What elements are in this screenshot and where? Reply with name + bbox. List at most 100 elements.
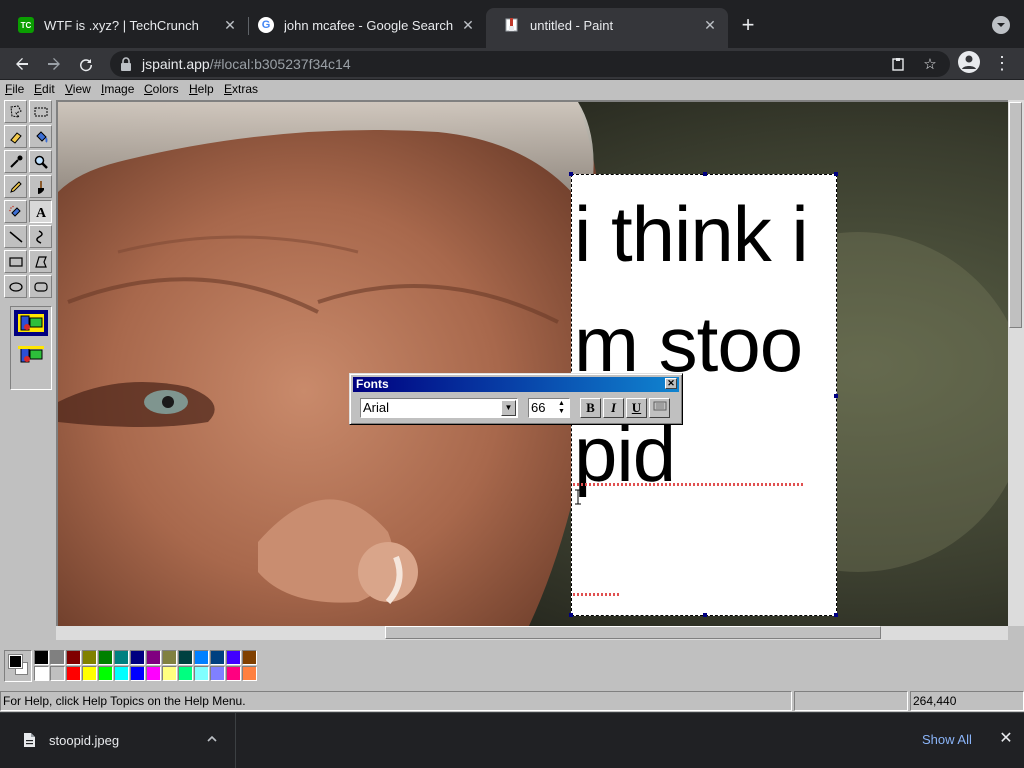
palette-color-swatch[interactable] (50, 666, 65, 681)
menu-extras[interactable]: Extras (224, 82, 258, 96)
canvas-area[interactable]: i think im stoopid (56, 100, 1008, 626)
airbrush-tool[interactable] (4, 200, 27, 223)
palette-color-swatch[interactable] (178, 650, 193, 665)
tab-search-button[interactable] (992, 16, 1010, 34)
magnifier-tool[interactable] (29, 150, 52, 173)
rectangle-tool[interactable] (4, 250, 27, 273)
foreground-color-swatch[interactable] (8, 654, 23, 669)
rounded-rectangle-tool[interactable] (29, 275, 52, 298)
horizontal-scroll-thumb[interactable] (385, 626, 881, 639)
horizontal-scrollbar[interactable] (56, 626, 1008, 640)
palette-color-swatch[interactable] (66, 650, 81, 665)
brush-tool[interactable] (29, 175, 52, 198)
underline-button[interactable]: U (626, 398, 647, 418)
vertical-text-button[interactable] (649, 398, 670, 418)
reading-list-icon[interactable] (888, 54, 908, 74)
resize-handle[interactable] (569, 613, 573, 617)
resize-handle[interactable] (703, 613, 707, 617)
fill-tool[interactable] (29, 125, 52, 148)
palette-color-swatch[interactable] (162, 650, 177, 665)
download-item[interactable]: stoopid.jpeg (0, 713, 236, 768)
canvas-photo[interactable] (58, 102, 1008, 626)
fonts-window-title[interactable]: Fonts ✕ (353, 377, 679, 392)
resize-handle[interactable] (569, 172, 573, 176)
font-family-select[interactable]: Arial ▼ (360, 398, 518, 418)
bookmark-star-icon[interactable]: ☆ (920, 54, 940, 74)
tab-techcrunch[interactable]: TC WTF is .xyz? | TechCrunch ✕ (0, 8, 248, 42)
palette-color-swatch[interactable] (194, 666, 209, 681)
text-tool[interactable]: A (29, 200, 52, 223)
palette-color-swatch[interactable] (82, 666, 97, 681)
pencil-tool[interactable] (4, 175, 27, 198)
palette-color-swatch[interactable] (226, 666, 241, 681)
tool-options (10, 306, 52, 390)
polygon-tool[interactable] (29, 250, 52, 273)
tab-paint[interactable]: untitled - Paint ✕ (486, 8, 728, 48)
palette-color-swatch[interactable] (146, 650, 161, 665)
menu-colors[interactable]: Colors (144, 82, 179, 96)
select-tool[interactable] (29, 100, 52, 123)
vertical-scroll-thumb[interactable] (1009, 102, 1022, 328)
new-tab-button[interactable]: + (736, 12, 760, 37)
palette-color-swatch[interactable] (66, 666, 81, 681)
browser-menu-icon[interactable]: ⋮ (992, 53, 1012, 73)
dropdown-arrow-icon[interactable]: ▼ (501, 400, 516, 416)
resize-handle[interactable] (834, 172, 838, 176)
current-colors[interactable] (4, 650, 32, 682)
transparent-background-option[interactable] (14, 342, 48, 368)
font-size-input[interactable]: 66 ▲ ▼ (528, 398, 570, 418)
resize-handle[interactable] (834, 613, 838, 617)
close-icon[interactable]: ✕ (998, 731, 1014, 747)
italic-button[interactable]: I (603, 398, 624, 418)
menu-view[interactable]: View (65, 82, 91, 96)
palette-color-swatch[interactable] (98, 666, 113, 681)
palette-color-swatch[interactable] (226, 650, 241, 665)
profile-avatar-icon[interactable] (958, 51, 980, 73)
resize-handle[interactable] (834, 394, 838, 398)
palette-color-swatch[interactable] (130, 650, 145, 665)
close-tab-icon[interactable]: ✕ (218, 13, 242, 37)
close-tab-icon[interactable]: ✕ (698, 13, 722, 37)
palette-color-swatch[interactable] (82, 650, 97, 665)
ellipse-tool[interactable] (4, 275, 27, 298)
vertical-scrollbar[interactable] (1008, 100, 1024, 626)
pick-color-tool[interactable] (4, 150, 27, 173)
palette-color-swatch[interactable] (114, 666, 129, 681)
show-all-downloads-link[interactable]: Show All (922, 732, 972, 747)
address-bar[interactable]: jspaint.app/#local:b305237f34c14 ☆ (110, 51, 950, 77)
curve-tool[interactable] (29, 225, 52, 248)
palette-color-swatch[interactable] (98, 650, 113, 665)
palette-color-swatch[interactable] (34, 650, 49, 665)
palette-color-swatch[interactable] (50, 650, 65, 665)
palette-color-swatch[interactable] (178, 666, 193, 681)
palette-color-swatch[interactable] (242, 650, 257, 665)
back-button[interactable] (10, 52, 34, 76)
palette-color-swatch[interactable] (194, 650, 209, 665)
palette-color-swatch[interactable] (210, 650, 225, 665)
palette-color-swatch[interactable] (210, 666, 225, 681)
chevron-up-icon[interactable] (205, 732, 219, 746)
palette-color-swatch[interactable] (242, 666, 257, 681)
reload-button[interactable] (74, 52, 98, 76)
bold-button[interactable]: B (580, 398, 601, 418)
forward-button[interactable] (42, 52, 66, 76)
close-tab-icon[interactable]: ✕ (456, 13, 480, 37)
resize-handle[interactable] (703, 172, 707, 176)
palette-color-swatch[interactable] (130, 666, 145, 681)
line-tool[interactable] (4, 225, 27, 248)
palette-color-swatch[interactable] (34, 666, 49, 681)
opaque-background-option[interactable] (14, 310, 48, 336)
palette-color-swatch[interactable] (162, 666, 177, 681)
text-box-content[interactable]: i think im stoopid (574, 179, 836, 509)
palette-color-swatch[interactable] (114, 650, 129, 665)
menu-help[interactable]: Help (189, 82, 214, 96)
eraser-tool[interactable] (4, 125, 27, 148)
menu-file[interactable]: File (5, 82, 24, 96)
close-icon[interactable]: ✕ (665, 378, 677, 389)
free-form-select-tool[interactable] (4, 100, 27, 123)
palette-color-swatch[interactable] (146, 666, 161, 681)
menu-image[interactable]: Image (101, 82, 134, 96)
tab-google-search[interactable]: G john mcafee - Google Search ✕ (240, 8, 486, 42)
spinner-arrows-icon[interactable]: ▲ ▼ (555, 400, 568, 416)
menu-edit[interactable]: Edit (34, 82, 55, 96)
